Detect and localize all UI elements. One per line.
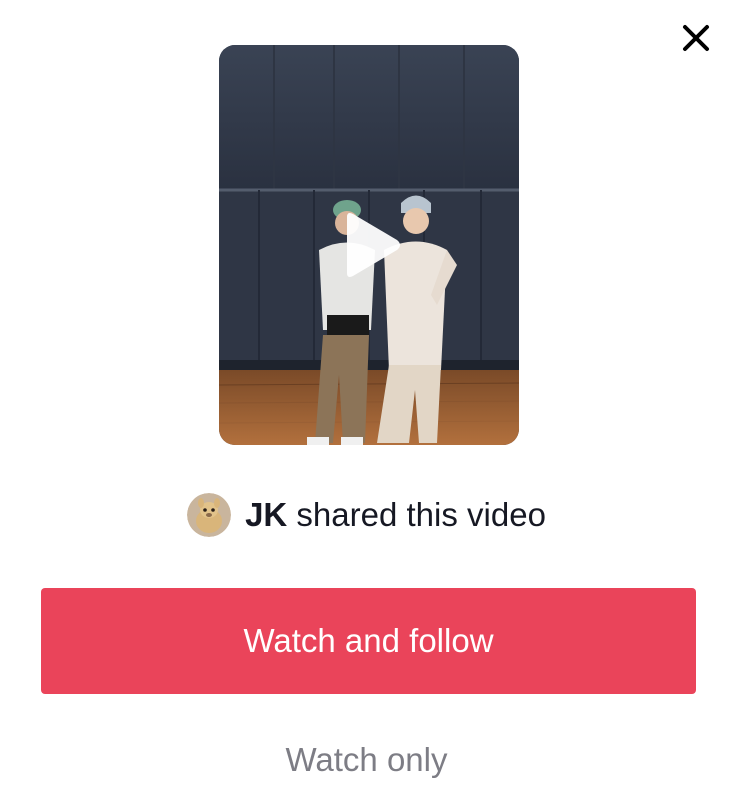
close-button[interactable] [675, 17, 717, 59]
avatar-icon[interactable] [187, 493, 232, 537]
username[interactable]: JK [245, 496, 287, 533]
shared-by-line: JK shared this video [0, 492, 733, 538]
watch-and-follow-button[interactable]: Watch and follow [41, 588, 696, 694]
close-icon [683, 25, 709, 51]
share-text: JK shared this video [245, 496, 546, 534]
play-icon[interactable] [337, 211, 403, 279]
video-thumbnail[interactable] [219, 45, 519, 445]
shared-label: shared this video [287, 496, 546, 533]
watch-only-button[interactable]: Watch only [0, 734, 733, 786]
